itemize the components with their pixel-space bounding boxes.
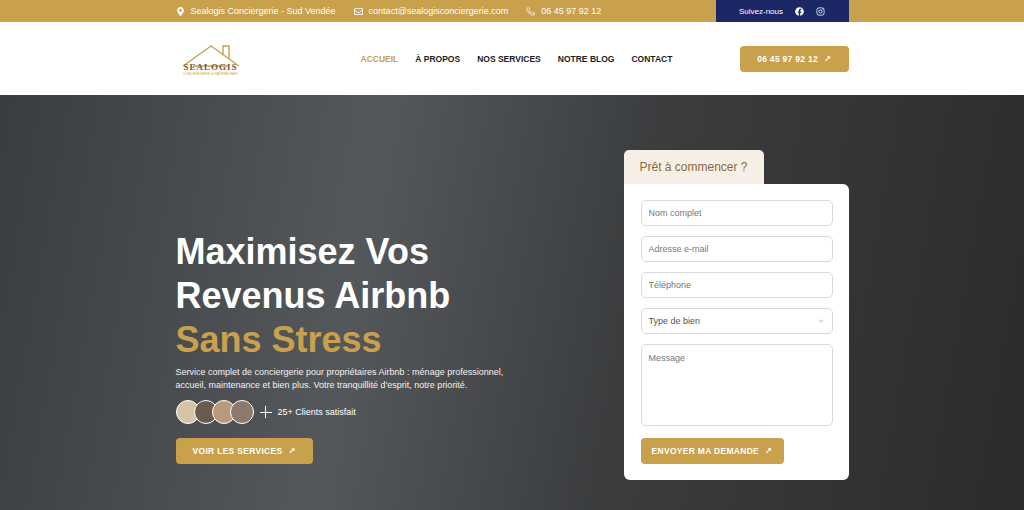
call-button[interactable]: 06 45 97 92 12↗ <box>740 46 848 72</box>
hero-highlight: Sans Stress <box>176 318 536 362</box>
type-select[interactable]: Type de bien <box>641 308 833 334</box>
email-link[interactable]: contact@sealogisconciergerie.com <box>354 6 509 16</box>
message-field[interactable] <box>641 344 833 426</box>
nav-bar: SEALOGISCONCIERGERIE & PATRIMOINES ACCUEI… <box>0 22 1024 95</box>
text-field[interactable] <box>641 272 833 298</box>
submit-button[interactable]: ENVOYER MA DEMANDE↗ <box>641 438 784 464</box>
contact-form: Prêt à commencer ? Type de bien ENVOYER MA… <box>624 150 849 480</box>
form-card: Type de bien ENVOYER MA DEMANDE↗ <box>624 184 849 480</box>
services-button[interactable]: VOIR LES SERVICES↗ <box>176 438 313 464</box>
nav-item[interactable]: ACCUEIL <box>361 54 399 64</box>
phone-icon <box>526 7 535 16</box>
nav-item[interactable]: NOTRE BLOG <box>558 54 615 64</box>
clients-row: 25+ Clients satisfait <box>176 400 536 424</box>
social-bar: Suivez-nous <box>716 0 849 22</box>
chevron-down-icon <box>817 317 825 325</box>
facebook-icon[interactable] <box>795 7 804 16</box>
page: Sealogis Conciergerie - Sud Vendée contac… <box>0 0 1024 510</box>
clients-count: 25+ Clients satisfait <box>278 407 356 417</box>
plus-icon <box>260 406 272 418</box>
instagram-icon[interactable] <box>816 7 825 16</box>
social-label: Suivez-nous <box>739 7 783 16</box>
logo-tagline: CONCIERGERIE & PATRIMOINES <box>183 72 238 76</box>
avatar-group <box>176 400 254 424</box>
logo-name: SEALOGIS <box>183 62 237 72</box>
location-icon <box>176 7 185 16</box>
nav-item[interactable]: NOS SERVICES <box>477 54 541 64</box>
hero: Maximisez VosRevenus AirbnbSans Stress Se… <box>0 95 1024 510</box>
logo[interactable]: SEALOGISCONCIERGERIE & PATRIMOINES <box>176 42 246 76</box>
form-tab: Prêt à commencer ? <box>624 150 764 184</box>
text-field[interactable] <box>641 236 833 262</box>
client-avatar <box>230 400 254 424</box>
hero-description: Service complet de conciergerie pour pro… <box>176 366 526 392</box>
text-field[interactable] <box>641 200 833 226</box>
hero-title: Maximisez VosRevenus AirbnbSans Stress <box>176 230 536 362</box>
nav-item[interactable]: CONTACT <box>631 54 672 64</box>
envelope-icon <box>354 7 363 16</box>
phone-link[interactable]: 06 45 97 92 12 <box>526 6 601 16</box>
top-bar: Sealogis Conciergerie - Sud Vendée contac… <box>0 0 1024 22</box>
nav-list: ACCUEIL À PROPOS NOS SERVICES NOTRE BLOG CON… <box>361 54 673 64</box>
nav-item[interactable]: À PROPOS <box>415 54 460 64</box>
location-info: Sealogis Conciergerie - Sud Vendée <box>176 6 336 16</box>
